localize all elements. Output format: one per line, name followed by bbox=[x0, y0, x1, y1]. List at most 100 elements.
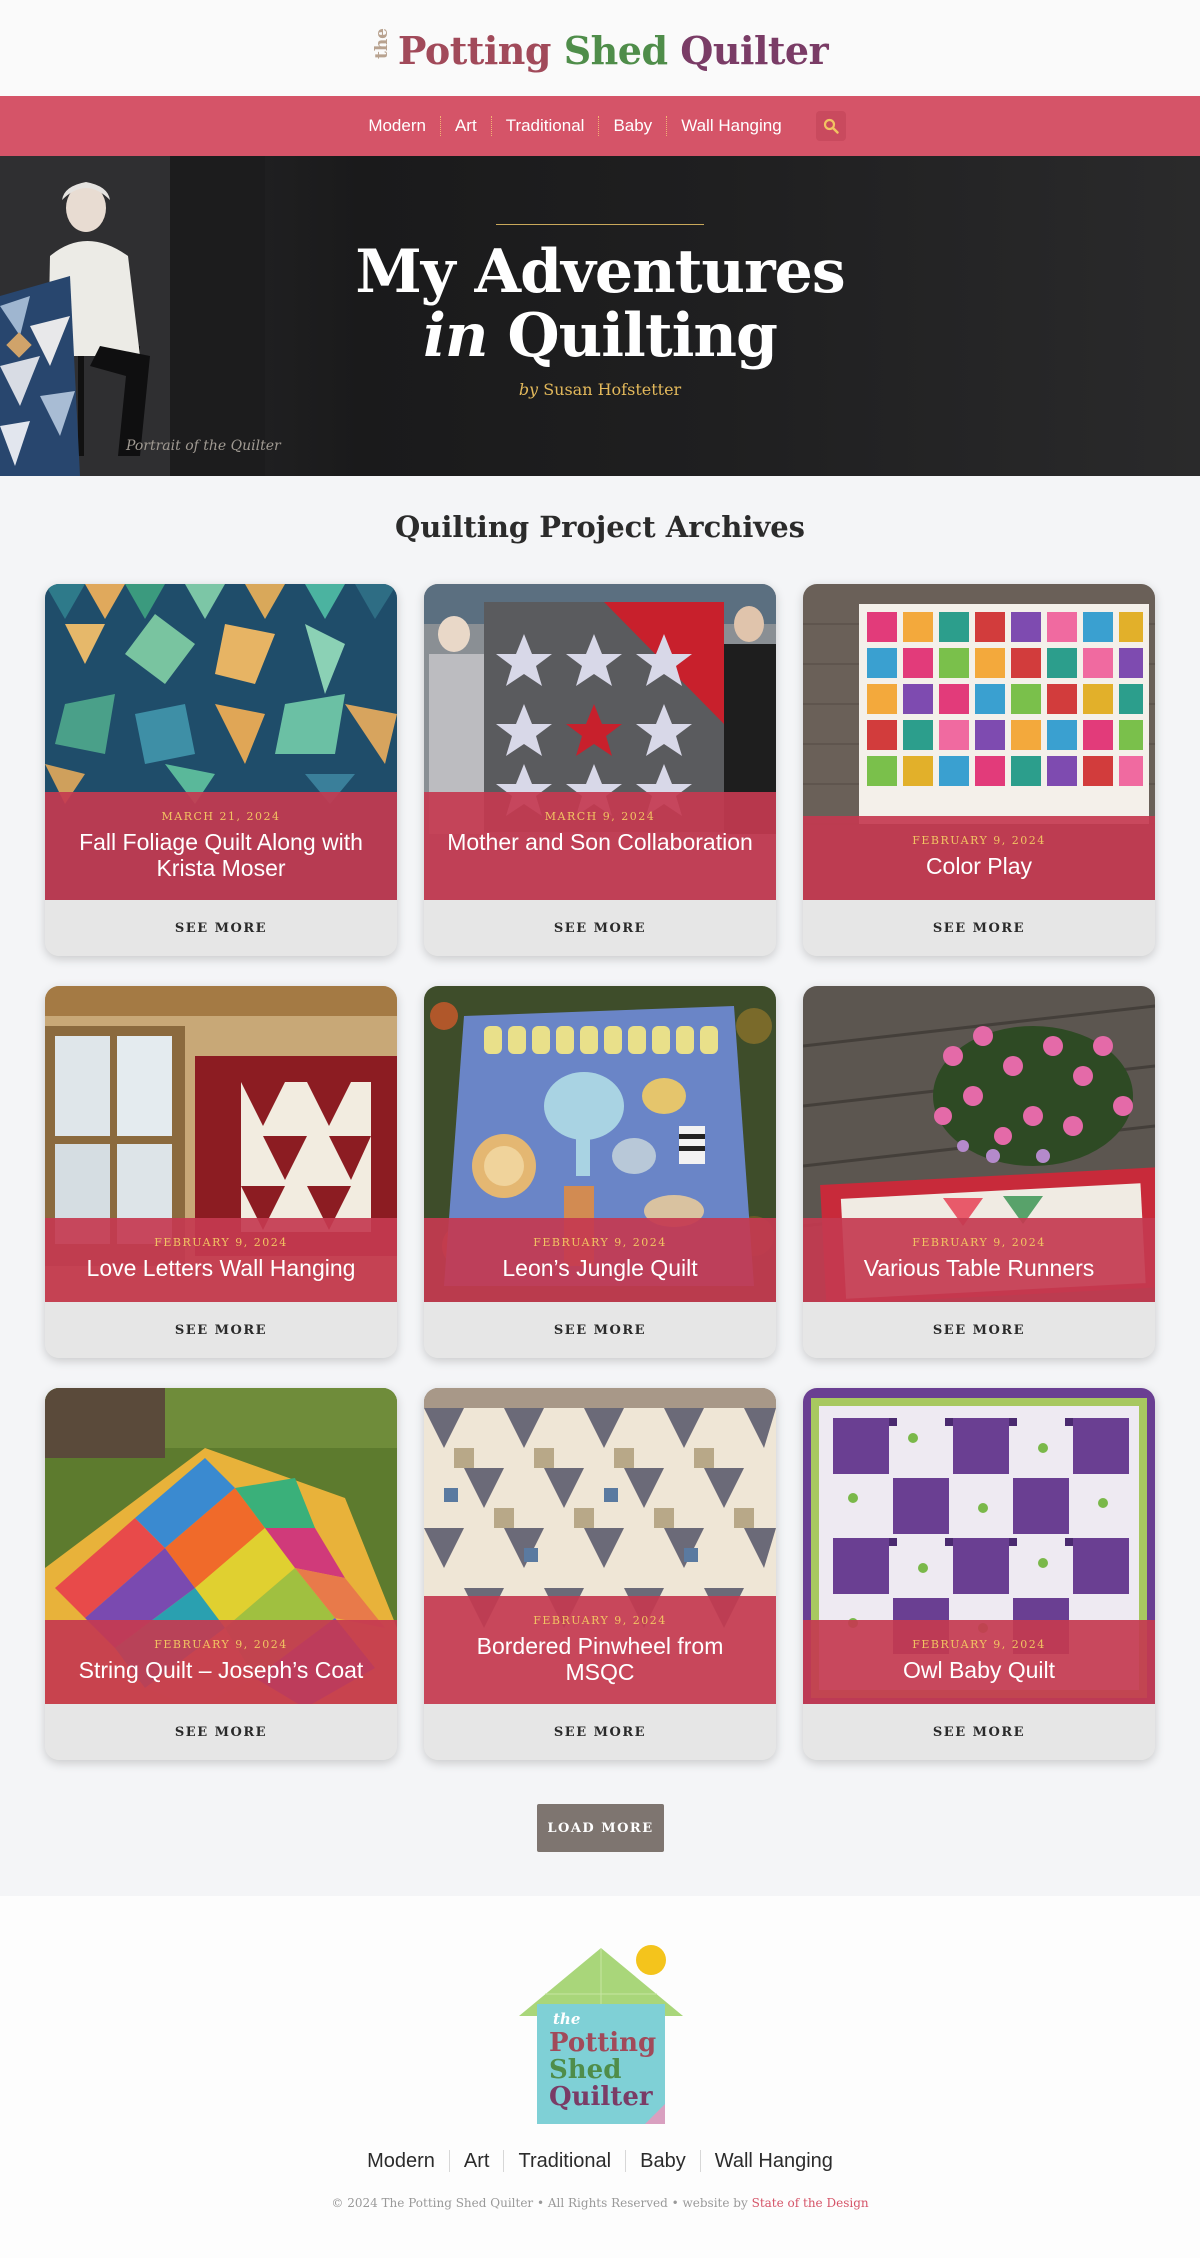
search-icon bbox=[823, 118, 839, 134]
nav-item-modern[interactable]: Modern bbox=[354, 116, 441, 136]
hero-banner: Portrait of the Quilter My Adventures in… bbox=[0, 156, 1200, 476]
card-title: Leon’s Jungle Quilt bbox=[502, 1255, 698, 1281]
card-title: Mother and Son Collaboration bbox=[447, 829, 753, 855]
see-more-link[interactable]: SEE MORE bbox=[175, 1725, 267, 1740]
logo-word-shed: Shed bbox=[563, 27, 668, 73]
see-more-link[interactable]: SEE MORE bbox=[933, 1323, 1025, 1338]
card-caption-band: MARCH 9, 2024 Mother and Son Collaborati… bbox=[424, 792, 776, 906]
see-more-link[interactable]: SEE MORE bbox=[554, 921, 646, 936]
logo-the: the bbox=[371, 28, 392, 60]
footer-nav-baby[interactable]: Baby bbox=[626, 2150, 701, 2172]
footer-nav: Modern Art Traditional Baby Wall Hanging bbox=[0, 2150, 1200, 2172]
card-date: FEBRUARY 9, 2024 bbox=[533, 1236, 667, 1249]
card-date: MARCH 21, 2024 bbox=[161, 810, 281, 823]
footer-logo-shed: Shed bbox=[549, 2055, 622, 2085]
hero-title-line1: My Adventures bbox=[355, 237, 845, 307]
footer-logo-the: the bbox=[553, 2010, 581, 2028]
nav-list: Modern Art Traditional Baby Wall Hanging bbox=[354, 116, 795, 136]
project-card[interactable]: FEBRUARY 9, 2024 Color Play SEE MORE bbox=[803, 584, 1155, 956]
card-caption-band: FEBRUARY 9, 2024 Various Table Runners bbox=[803, 1218, 1155, 1308]
hero-divider bbox=[496, 224, 704, 225]
hero-title-quilting: Quilting bbox=[507, 301, 778, 371]
card-footer: SEE MORE bbox=[45, 1302, 397, 1358]
card-footer: SEE MORE bbox=[424, 900, 776, 956]
card-date: FEBRUARY 9, 2024 bbox=[912, 834, 1046, 847]
project-card[interactable]: FEBRUARY 9, 2024 Leon’s Jungle Quilt SEE… bbox=[424, 986, 776, 1358]
hero-byline: by Susan Hofstetter bbox=[300, 380, 900, 399]
card-footer: SEE MORE bbox=[45, 1704, 397, 1760]
card-caption-band: FEBRUARY 9, 2024 Owl Baby Quilt bbox=[803, 1620, 1155, 1710]
card-date: FEBRUARY 9, 2024 bbox=[912, 1236, 1046, 1249]
card-title: String Quilt – Joseph’s Coat bbox=[78, 1657, 364, 1683]
see-more-link[interactable]: SEE MORE bbox=[175, 1323, 267, 1338]
hero-byline-by: by bbox=[518, 380, 539, 399]
card-caption-band: MARCH 21, 2024 Fall Foliage Quilt Along … bbox=[45, 792, 397, 906]
card-footer: SEE MORE bbox=[424, 1704, 776, 1760]
copyright-text: © 2024 The Potting Shed Quilter • All Ri… bbox=[0, 2196, 1200, 2210]
credit-link[interactable]: State of the Design bbox=[752, 2196, 869, 2210]
card-caption-band: FEBRUARY 9, 2024 String Quilt – Joseph’s… bbox=[45, 1620, 397, 1710]
see-more-link[interactable]: SEE MORE bbox=[933, 1725, 1025, 1740]
copyright-notice: © 2024 The Potting Shed Quilter • All Ri… bbox=[331, 2196, 748, 2210]
card-title: Fall Foliage Quilt Along with Krista Mos… bbox=[79, 829, 363, 881]
card-date: FEBRUARY 9, 2024 bbox=[533, 1614, 667, 1627]
site-header: the Potting Shed Quilter bbox=[0, 0, 1200, 96]
see-more-link[interactable]: SEE MORE bbox=[554, 1323, 646, 1338]
card-caption-band: FEBRUARY 9, 2024 Leon’s Jungle Quilt bbox=[424, 1218, 776, 1308]
card-title: Love Letters Wall Hanging bbox=[86, 1255, 356, 1281]
project-card[interactable]: MARCH 9, 2024 Mother and Son Collaborati… bbox=[424, 584, 776, 956]
logo-wordmark: Potting Shed Quilter bbox=[398, 31, 829, 70]
card-title: Bordered Pinwheel from MSQC bbox=[476, 1633, 724, 1685]
card-date: FEBRUARY 9, 2024 bbox=[154, 1638, 288, 1651]
card-caption-band: FEBRUARY 9, 2024 Color Play bbox=[803, 816, 1155, 906]
project-card[interactable]: FEBRUARY 9, 2024 String Quilt – Joseph’s… bbox=[45, 1388, 397, 1760]
archive-heading: Quilting Project Archives bbox=[395, 510, 805, 544]
site-logo[interactable]: the Potting Shed Quilter bbox=[371, 26, 829, 70]
project-card[interactable]: FEBRUARY 9, 2024 Bordered Pinwheel from … bbox=[424, 1388, 776, 1760]
footer-logo-quilter: Quilter bbox=[549, 2082, 653, 2112]
hero-portrait-caption: Portrait of the Quilter bbox=[126, 438, 281, 454]
footer-nav-wall-hanging[interactable]: Wall Hanging bbox=[701, 2150, 847, 2172]
nav-item-art[interactable]: Art bbox=[441, 116, 492, 136]
nav-item-traditional[interactable]: Traditional bbox=[492, 116, 600, 136]
card-caption-band: FEBRUARY 9, 2024 Bordered Pinwheel from … bbox=[424, 1596, 776, 1710]
site-footer: the Potting Shed Quilter Modern Art Trad… bbox=[0, 1892, 1200, 2258]
card-date: MARCH 9, 2024 bbox=[544, 810, 656, 823]
card-date: FEBRUARY 9, 2024 bbox=[154, 1236, 288, 1249]
card-footer: SEE MORE bbox=[803, 900, 1155, 956]
footer-logo[interactable]: the Potting Shed Quilter bbox=[515, 1944, 687, 2128]
quilter-portrait-image bbox=[0, 156, 265, 476]
project-card[interactable]: FEBRUARY 9, 2024 Various Table Runners S… bbox=[803, 986, 1155, 1358]
card-footer: SEE MORE bbox=[45, 900, 397, 956]
see-more-link[interactable]: SEE MORE bbox=[175, 921, 267, 936]
card-date: FEBRUARY 9, 2024 bbox=[912, 1638, 1046, 1651]
see-more-link[interactable]: SEE MORE bbox=[933, 921, 1025, 936]
search-button[interactable] bbox=[815, 111, 846, 141]
nav-item-baby[interactable]: Baby bbox=[599, 116, 668, 136]
project-card[interactable]: FEBRUARY 9, 2024 Owl Baby Quilt SEE MORE bbox=[803, 1388, 1155, 1760]
card-title: Owl Baby Quilt bbox=[902, 1657, 1056, 1683]
card-footer: SEE MORE bbox=[803, 1704, 1155, 1760]
project-card[interactable]: FEBRUARY 9, 2024 Love Letters Wall Hangi… bbox=[45, 986, 397, 1358]
hero-title-line2: in Quilting bbox=[300, 304, 900, 368]
footer-nav-art[interactable]: Art bbox=[450, 2150, 505, 2172]
card-footer: SEE MORE bbox=[424, 1302, 776, 1358]
hero-author: Susan Hofstetter bbox=[543, 380, 682, 399]
logo-word-quilter: Quilter bbox=[680, 27, 829, 73]
main-nav: Modern Art Traditional Baby Wall Hanging bbox=[0, 92, 1200, 156]
hero-title: My Adventures in Quilting bbox=[300, 240, 900, 368]
hero-title-in: in bbox=[423, 301, 488, 371]
footer-logo-potting: Potting bbox=[549, 2028, 657, 2058]
card-caption-band: FEBRUARY 9, 2024 Love Letters Wall Hangi… bbox=[45, 1218, 397, 1308]
card-footer: SEE MORE bbox=[803, 1302, 1155, 1358]
project-card[interactable]: MARCH 21, 2024 Fall Foliage Quilt Along … bbox=[45, 584, 397, 956]
logo-word-potting: Potting bbox=[397, 27, 552, 73]
footer-nav-traditional[interactable]: Traditional bbox=[504, 2150, 627, 2172]
nav-item-wall-hanging[interactable]: Wall Hanging bbox=[667, 116, 795, 136]
see-more-link[interactable]: SEE MORE bbox=[554, 1725, 646, 1740]
footer-nav-modern[interactable]: Modern bbox=[353, 2150, 450, 2172]
card-title: Color Play bbox=[925, 853, 1033, 879]
footer-logo-words: Potting Shed Quilter bbox=[549, 2030, 656, 2111]
load-more-button[interactable]: LOAD MORE bbox=[537, 1804, 664, 1852]
card-title: Various Table Runners bbox=[863, 1255, 1095, 1281]
